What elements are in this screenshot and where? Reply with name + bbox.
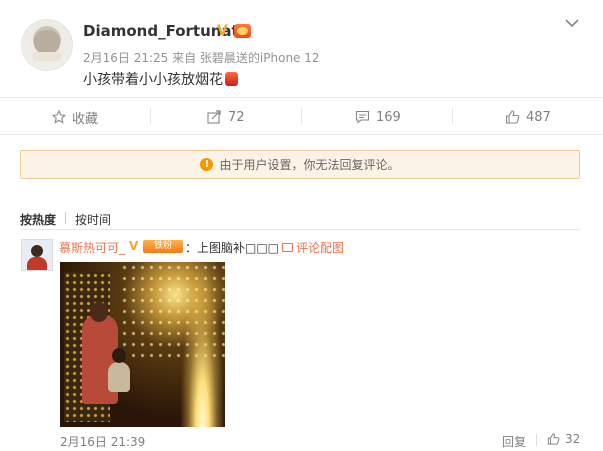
favorite-button[interactable]: 收藏 — [52, 107, 98, 127]
comment-picture-label: 评论配图 — [296, 241, 345, 255]
star-icon — [52, 110, 66, 124]
post-text: 小孩带着小小孩放烟花 — [83, 69, 238, 89]
avatar-dog — [34, 30, 60, 54]
comment-icon — [355, 110, 370, 124]
thumbs-up-icon — [505, 110, 520, 124]
repost-button[interactable]: 72 — [207, 107, 245, 127]
comment-count: 169 — [376, 109, 401, 125]
photo-adult-head — [90, 302, 108, 322]
divider — [0, 97, 603, 98]
divider — [0, 134, 603, 135]
reply-button[interactable]: 回复 — [502, 433, 526, 450]
sort-by-time-tab[interactable]: 按时间 — [75, 211, 111, 228]
comment-photo[interactable] — [60, 262, 225, 427]
user-avatar[interactable] — [21, 19, 73, 71]
thumbs-up-icon — [547, 433, 560, 445]
avatar-head — [31, 245, 43, 257]
picture-icon — [282, 243, 293, 252]
comment-like-button[interactable]: 32 — [547, 432, 580, 446]
repost-icon — [207, 110, 221, 124]
fan-badge[interactable]: 铁粉 — [143, 240, 183, 253]
divider — [301, 108, 302, 124]
comment-like-count: 32 — [565, 432, 581, 446]
avatar-caption — [33, 52, 61, 61]
photo-child-head — [112, 348, 126, 363]
comment-text: ：上图脑补□□□ — [185, 241, 280, 255]
commenter-avatar[interactable] — [21, 239, 53, 271]
firecracker-emoji-icon — [225, 72, 238, 86]
warning-icon: ! — [200, 158, 214, 171]
divider — [452, 108, 453, 124]
verified-icon: V — [129, 239, 139, 253]
member-crown-icon[interactable] — [234, 24, 251, 38]
like-button[interactable]: 487 — [505, 107, 551, 127]
divider — [150, 108, 151, 124]
commenter-name[interactable]: 慕斯热可可_ — [59, 239, 125, 256]
chevron-down-icon[interactable] — [565, 18, 579, 28]
post-meta: 2月16日 21:25 来自 张碧晨送的iPhone 12 — [83, 51, 320, 65]
comment-picture-link[interactable]: 评论配图 — [282, 239, 344, 256]
like-count: 487 — [526, 109, 551, 125]
comment-time: 2月16日 21:39 — [60, 435, 146, 449]
verified-icon: V — [217, 23, 228, 39]
avatar-body — [27, 257, 47, 270]
divider — [65, 212, 66, 224]
sort-by-hot-tab[interactable]: 按热度 — [20, 211, 56, 228]
favorite-label: 收藏 — [72, 111, 99, 127]
repost-count: 72 — [228, 109, 245, 125]
notice-text: 由于用户设置，你无法回复评论。 — [219, 158, 400, 172]
reply-restriction-notice: ! 由于用户设置，你无法回复评论。 — [20, 150, 580, 179]
photo-firework — [180, 262, 225, 427]
photo-child — [108, 362, 130, 392]
divider — [20, 229, 580, 230]
comment-button[interactable]: 169 — [355, 107, 401, 127]
divider — [536, 434, 537, 446]
